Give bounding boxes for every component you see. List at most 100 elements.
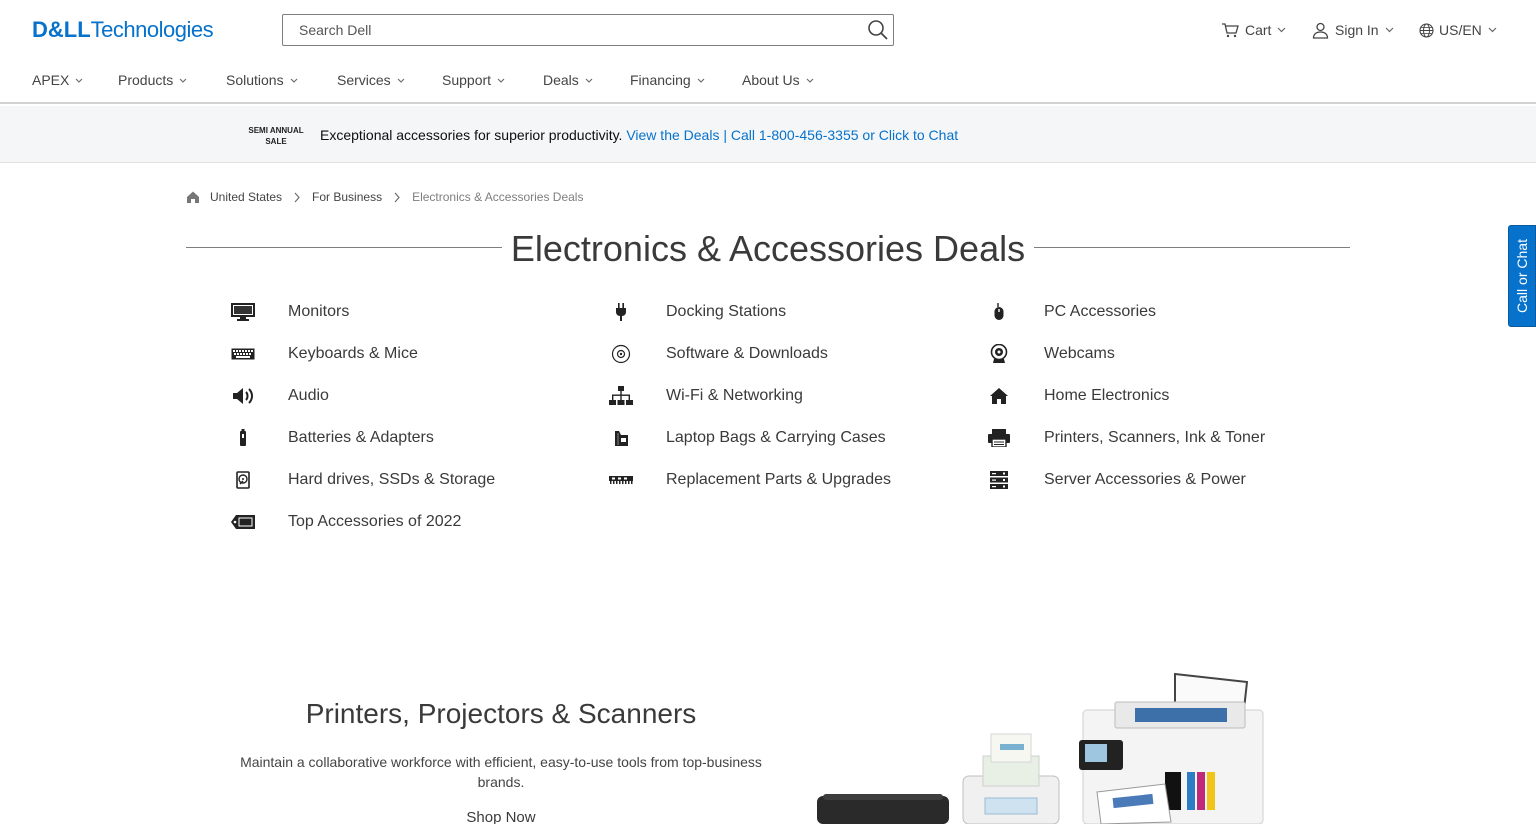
call-chat-link[interactable]: Call 1-800-456-3355 or Click to Chat [731, 127, 958, 143]
breadcrumb-current: Electronics & Accessories Deals [412, 190, 584, 204]
nav-item-label: Support [442, 72, 492, 88]
sign-in-label: Sign In [1335, 22, 1379, 38]
promo-separator: | [723, 127, 727, 143]
bag-icon [608, 426, 634, 450]
category-webcams[interactable]: Webcams [986, 342, 1115, 366]
nav-item-label: Services [337, 72, 391, 88]
semi-annual-sale-badge: SEMI ANNUAL SALE [246, 125, 306, 147]
chevron-down-icon [585, 78, 593, 83]
badge-line-2: SALE [265, 137, 287, 146]
promo-text: Exceptional accessories for superior pro… [320, 127, 623, 143]
feature-title: Printers, Projectors & Scanners [305, 698, 697, 729]
category-server-accessories[interactable]: Server Accessories & Power [986, 468, 1246, 492]
category-label: Hard drives, SSDs & Storage [288, 471, 496, 488]
category-label: Keyboards & Mice [288, 345, 418, 362]
page-title: Electronics & Accessories Deals [510, 228, 1026, 269]
nav-item-support[interactable]: Support [442, 72, 505, 88]
nav-item-products[interactable]: Products [118, 72, 187, 88]
hard-drive-icon [230, 468, 256, 492]
chevron-right-icon [394, 192, 400, 202]
keyboard-icon [230, 342, 256, 366]
badge-line-1: SEMI ANNUAL [248, 126, 304, 135]
category-label: Docking Stations [666, 303, 787, 320]
category-replacement-parts[interactable]: Replacement Parts & Upgrades [608, 468, 891, 492]
category-home-electronics[interactable]: Home Electronics [986, 384, 1169, 408]
category-label: Home Electronics [1044, 387, 1170, 404]
nav-item-apex[interactable]: APEX [32, 72, 83, 88]
home-icon [986, 384, 1012, 408]
category-laptop-bags[interactable]: Laptop Bags & Carrying Cases [608, 426, 886, 450]
locale-selector[interactable]: US/EN [1419, 20, 1503, 40]
chevron-down-icon [290, 78, 297, 83]
category-hard-drives[interactable]: Hard drives, SSDs & Storage [230, 468, 495, 492]
server-icon [986, 468, 1012, 492]
category-printers-scanners[interactable]: Printers, Scanners, Ink & Toner [986, 426, 1265, 450]
view-deals-link[interactable]: View the Deals [626, 127, 719, 143]
chevron-down-icon [806, 78, 813, 83]
masthead: D&LLTechnologies Cart Sign In US/EN [0, 0, 1536, 60]
chevron-down-icon [397, 78, 405, 83]
category-label: Printers, Scanners, Ink & Toner [1044, 429, 1266, 446]
memory-icon [608, 468, 634, 492]
category-batteries-adapters[interactable]: Batteries & Adapters [230, 426, 434, 450]
nav-item-label: APEX [32, 72, 70, 88]
chevron-down-icon [1385, 27, 1394, 33]
cart-icon [1222, 23, 1239, 38]
sign-in-button[interactable]: Sign In [1312, 20, 1400, 40]
nav-item-solutions[interactable]: Solutions [226, 72, 298, 88]
category-wifi-networking[interactable]: Wi-Fi & Networking [608, 384, 803, 408]
category-top-accessories[interactable]: Top Accessories of 2022 [230, 510, 461, 534]
category-label: Laptop Bags & Carrying Cases [666, 429, 886, 446]
printers-product-image [815, 672, 1275, 824]
breadcrumb-united-states[interactable]: United States [210, 190, 282, 204]
feature-description: Maintain a collaborative workforce with … [240, 754, 762, 790]
battery-icon [230, 426, 256, 450]
category-label: Replacement Parts & Upgrades [666, 471, 891, 488]
category-docking-stations[interactable]: Docking Stations [608, 300, 786, 324]
call-or-chat-label: Call or Chat [1514, 239, 1530, 313]
search-input[interactable] [283, 15, 843, 45]
category-software-downloads[interactable]: Software & Downloads [608, 342, 828, 366]
breadcrumb: United States For Business Electronics &… [186, 190, 583, 204]
nav-item-financing[interactable]: Financing [630, 72, 705, 88]
disc-icon [608, 342, 634, 366]
chevron-right-icon [294, 192, 300, 202]
plug-icon [608, 300, 634, 324]
category-label: Wi-Fi & Networking [666, 387, 803, 404]
category-monitors[interactable]: Monitors [230, 300, 349, 324]
nav-item-about-us[interactable]: About Us [742, 72, 814, 88]
chevron-down-icon [697, 78, 705, 83]
category-label: Monitors [288, 303, 350, 320]
nav-item-deals[interactable]: Deals [543, 72, 593, 88]
breadcrumb-for-business[interactable]: For Business [312, 190, 382, 204]
category-audio[interactable]: Audio [230, 384, 329, 408]
nav-item-label: Solutions [226, 72, 284, 88]
category-label: Server Accessories & Power [1044, 471, 1246, 488]
category-keyboards-mice[interactable]: Keyboards & Mice [230, 342, 418, 366]
search-bar [282, 14, 894, 46]
main-nav: APEX Products Solutions Services Support… [0, 60, 1536, 104]
category-label: Batteries & Adapters [288, 429, 434, 446]
shop-now-link[interactable]: Shop Now [236, 809, 766, 824]
chevron-down-icon [497, 78, 505, 83]
nav-item-label: About Us [742, 72, 800, 88]
network-icon [608, 384, 634, 408]
tag-icon [230, 510, 256, 534]
nav-item-services[interactable]: Services [337, 72, 405, 88]
search-icon[interactable] [867, 19, 889, 41]
printer-icon [986, 426, 1012, 450]
category-label: PC Accessories [1044, 303, 1157, 320]
chevron-down-icon [179, 78, 187, 83]
promo-message: Exceptional accessories for superior pro… [320, 127, 958, 143]
dell-technologies-logo[interactable]: D&LLTechnologies [32, 17, 214, 43]
cart-button[interactable]: Cart [1221, 20, 1292, 40]
category-pc-accessories[interactable]: PC Accessories [986, 300, 1156, 324]
call-or-chat-tab[interactable]: Call or Chat [1508, 225, 1536, 327]
speaker-icon [230, 384, 256, 408]
home-icon[interactable] [186, 190, 200, 204]
promo-banner: SEMI ANNUAL SALE Exceptional accessories… [0, 106, 1536, 163]
nav-item-label: Deals [543, 72, 579, 88]
globe-icon [1419, 22, 1434, 38]
monitor-icon [230, 300, 256, 324]
chevron-down-icon [1278, 27, 1286, 33]
